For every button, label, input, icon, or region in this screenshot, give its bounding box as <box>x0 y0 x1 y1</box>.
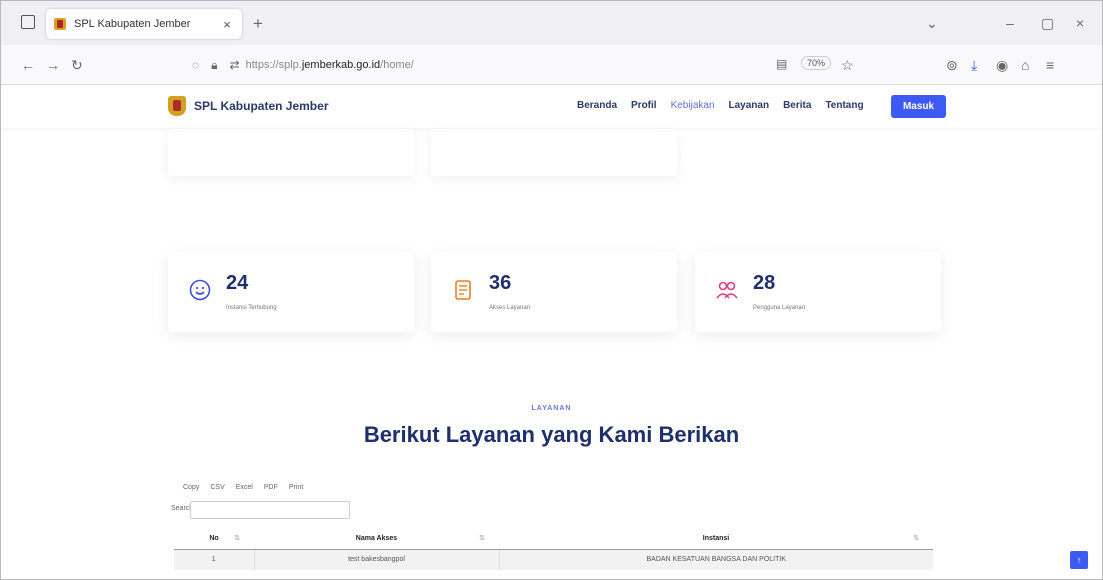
maximize-icon[interactable]: ▢ <box>1041 15 1054 32</box>
csv-button[interactable]: CSV <box>210 484 224 491</box>
cell-nama-akses: test bakesbangpol <box>254 549 500 570</box>
jember-logo-icon[interactable] <box>168 96 186 116</box>
smile-icon <box>189 279 211 301</box>
zoom-level[interactable]: 70% <box>801 56 832 70</box>
feature-card <box>168 129 414 176</box>
main-menu: Beranda Profil Kebijakan Layanan Berita … <box>577 100 864 111</box>
menu-item-profil[interactable]: Profil <box>631 100 657 111</box>
arrow-up-icon: ↑ <box>1076 555 1082 565</box>
stat-label: Pengguna Layanan <box>753 305 806 311</box>
section-tag: LAYANAN <box>531 405 572 412</box>
list-all-tabs-icon[interactable]: ⌄ <box>926 15 938 32</box>
menu-item-tentang[interactable]: Tentang <box>825 100 863 111</box>
scroll-to-top-button[interactable]: ↑ <box>1070 551 1088 569</box>
shield-icon: ◌ <box>192 58 200 72</box>
pocket-icon[interactable]: ⊚ <box>946 57 958 74</box>
sort-icon: ⇅ <box>234 535 240 542</box>
permissions-icon: ⇄ <box>229 58 240 72</box>
browser-window: SPL Kabupaten Jember × + ⌄ – ▢ × ← → ↻ ◌… <box>0 0 1103 580</box>
tab-close-icon[interactable]: × <box>220 17 234 32</box>
back-icon[interactable]: ← <box>21 57 35 73</box>
column-header-no[interactable]: No ⇅ <box>174 528 254 550</box>
minimize-icon[interactable]: – <box>1006 15 1014 31</box>
menu-item-kebijakan[interactable]: Kebijakan <box>671 100 715 111</box>
excel-button[interactable]: Excel <box>236 484 253 491</box>
reader-view-icon[interactable]: ▤ <box>776 57 787 71</box>
menu-item-beranda[interactable]: Beranda <box>577 100 617 111</box>
cell-no: 1 <box>174 549 255 570</box>
document-icon <box>455 280 471 300</box>
services-table: No ⇅ Nama Akses ⇅ Instansi ⇅ 1 test bakesba… <box>174 528 933 570</box>
column-header-nama-akses[interactable]: Nama Akses ⇅ <box>254 528 499 550</box>
table-row: 1 test bakesbangpol BADAN KESATUAN BANGS… <box>174 549 933 570</box>
menu-item-berita[interactable]: Berita <box>783 100 811 111</box>
new-tab-icon[interactable]: + <box>253 14 263 34</box>
reload-icon[interactable]: ↻ <box>71 57 83 74</box>
column-header-instansi[interactable]: Instansi ⇅ <box>499 528 933 550</box>
url-prefix: https://splp. <box>245 59 302 71</box>
browser-tab[interactable]: SPL Kabupaten Jember × <box>46 9 242 39</box>
stat-card-instansi: 24 Instansi Terhubung <box>168 252 414 332</box>
navigation-bar: ← → ↻ ◌ 🔒︎ ⇄ https://splp. jemberkab.go.i… <box>1 45 1102 85</box>
print-button[interactable]: Print <box>289 484 303 491</box>
forward-icon[interactable]: → <box>46 57 60 73</box>
account-icon[interactable]: ◉ <box>996 57 1008 74</box>
menu-item-layanan[interactable]: Layanan <box>729 100 770 111</box>
login-button[interactable]: Masuk <box>891 95 946 118</box>
stat-card-pengguna: 28 Pengguna Layanan <box>695 252 941 332</box>
tab-list-icon[interactable] <box>21 15 35 29</box>
stat-number: 28 <box>753 272 776 294</box>
export-buttons: Copy CSV Excel PDF Print <box>183 484 303 491</box>
copy-button[interactable]: Copy <box>183 484 199 491</box>
feature-card <box>431 129 677 176</box>
stat-number: 24 <box>226 272 249 294</box>
url-host: jemberkab.go.id <box>301 59 381 71</box>
site-header: SPL Kabupaten Jember Beranda Profil Kebi… <box>1 86 1102 128</box>
url-suffix: /home/ <box>380 59 414 71</box>
bookmark-star-icon[interactable]: ☆ <box>841 57 854 74</box>
lock-icon: 🔒︎ <box>211 57 218 72</box>
menu-icon[interactable]: ≡ <box>1046 57 1054 73</box>
extensions-icon[interactable]: ⌂ <box>1021 57 1029 73</box>
sort-icon: ⇅ <box>913 535 919 542</box>
stat-label: Akses Layanan <box>489 305 531 311</box>
window-close-icon[interactable]: × <box>1076 15 1084 31</box>
site-favicon-icon <box>54 18 66 30</box>
pdf-button[interactable]: PDF <box>264 484 278 491</box>
stat-card-akses: 36 Akses Layanan <box>431 252 677 332</box>
stat-number: 36 <box>489 272 512 294</box>
users-icon <box>716 281 738 299</box>
tab-bar: SPL Kabupaten Jember × + ⌄ – ▢ × <box>1 1 1102 45</box>
cell-instansi: BADAN KESATUAN BANGSA DAN POLITIK <box>499 549 933 570</box>
tab-title: SPL Kabupaten Jember <box>74 18 191 30</box>
search-input[interactable] <box>190 501 350 519</box>
stat-label: Instansi Terhubung <box>226 305 277 311</box>
section-title: Berikut Layanan yang Kami Berikan <box>363 422 740 447</box>
sort-icon: ⇅ <box>479 535 485 542</box>
download-icon[interactable]: ⤓ <box>971 57 977 74</box>
site-brand[interactable]: SPL Kabupaten Jember <box>194 99 328 113</box>
